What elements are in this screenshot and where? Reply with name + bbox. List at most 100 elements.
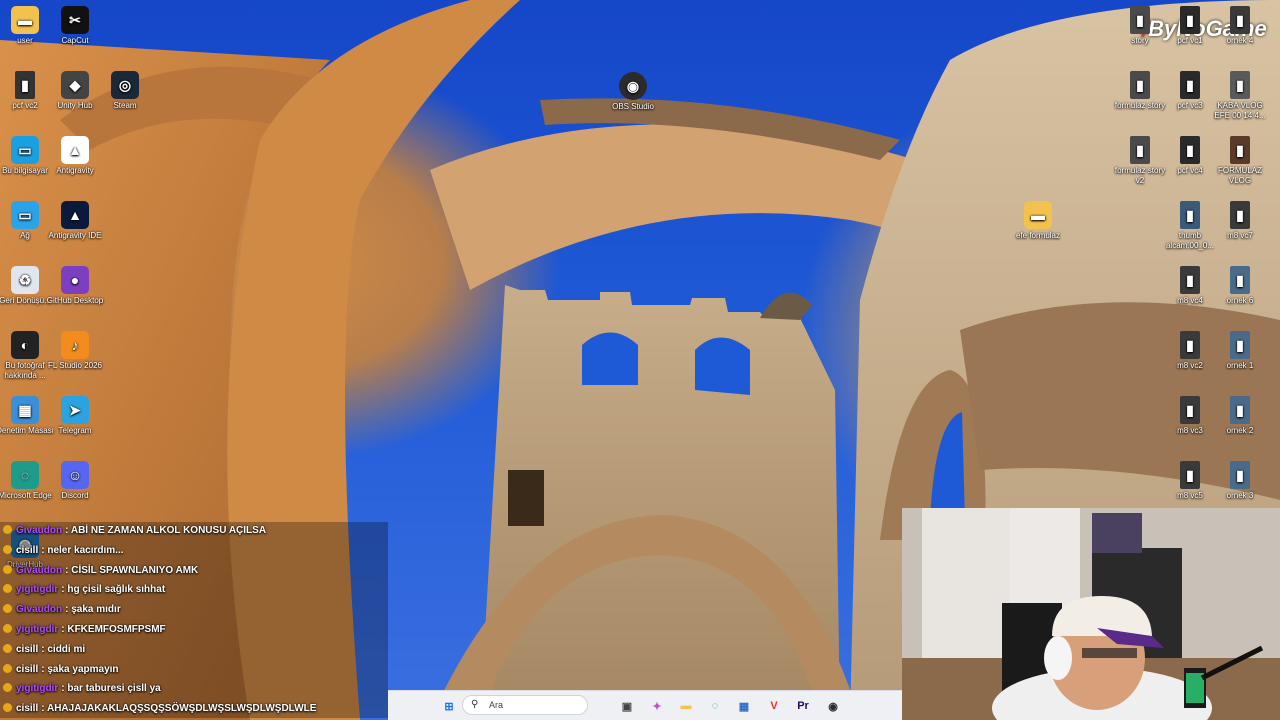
chat-text: : CİSİL SPAWNLANIYO AMK bbox=[65, 564, 199, 576]
video-thumb-icon: ▮ bbox=[1180, 396, 1200, 424]
chat-message: yigitigdir: KFKEMFOSMFPSMF bbox=[0, 621, 166, 639]
video-thumb-icon: ▮ bbox=[1180, 71, 1200, 99]
video-thumb-icon: ▮ bbox=[15, 71, 35, 99]
github-icon: ● bbox=[61, 266, 89, 294]
webcam-overlay bbox=[902, 508, 1280, 720]
windows-start-icon[interactable]: ⊞ bbox=[440, 697, 458, 715]
desktop-icon-label: ornek 1 bbox=[1226, 361, 1254, 370]
desktop-icon-steam[interactable]: ◎ Steam bbox=[95, 71, 155, 111]
video-thumb-icon: ▮ bbox=[1130, 71, 1150, 99]
search-icon: ⚲ bbox=[471, 699, 479, 710]
chat-text: : hg çisil sağlık sıhhat bbox=[61, 584, 166, 596]
desktop-icon-label: GitHub Desktop bbox=[46, 296, 104, 305]
video-thumb-icon: ▮ bbox=[1230, 331, 1250, 359]
video-thumb-icon: ▮ bbox=[1130, 136, 1150, 164]
discord-icon: ☺ bbox=[61, 461, 89, 489]
desktop-icon-ornek-6[interactable]: ▮ ornek 6 bbox=[1210, 266, 1270, 306]
chat-username: cisill bbox=[16, 544, 39, 556]
desktop-icon-label: Steam bbox=[113, 101, 137, 110]
obs-icon: ◉ bbox=[619, 72, 647, 100]
chat-message: yigitigdir: bar taburesi çisll ya bbox=[0, 680, 161, 698]
chat-badge-icon bbox=[3, 663, 12, 673]
taskbar-search-box[interactable]: ⚲ Ara bbox=[462, 695, 588, 715]
chat-message: yigitigdir: hg çisil sağlık sıhhat bbox=[0, 581, 165, 599]
chat-username: Givaudon bbox=[16, 604, 63, 616]
steam-icon: ◎ bbox=[111, 71, 139, 99]
file-explorer-icon[interactable]: ▬ bbox=[677, 697, 695, 715]
desktop-icon-github-desktop[interactable]: ● GitHub Desktop bbox=[45, 266, 105, 306]
chat-message: Givaudon: CİSİL SPAWNLANIYO AMK bbox=[0, 562, 198, 580]
chat-username: Givaudon bbox=[16, 564, 63, 576]
chat-message: cisill: neler kacırdım... bbox=[0, 542, 124, 560]
capcut-icon: ✂ bbox=[61, 6, 89, 34]
video-thumb-icon: ▮ bbox=[1230, 201, 1250, 229]
desktop-icon-efe-formulaz[interactable]: ▬ efe formulaz bbox=[1008, 201, 1068, 241]
chat-text: : şaka yapmayın bbox=[41, 663, 119, 675]
desktop-icon-antigravity-ide[interactable]: ▲ Antigravity IDE bbox=[45, 201, 105, 241]
microsoft-store-icon[interactable]: ▦ bbox=[735, 697, 753, 715]
camera-icon: ◐ bbox=[11, 331, 39, 359]
stream-chat-overlay: Givaudon: ABİ NE ZAMAN ALKOL KONUSU AÇIL… bbox=[0, 522, 388, 718]
chat-badge-icon bbox=[3, 604, 12, 614]
chat-text: : ciddi mi bbox=[41, 643, 86, 655]
antigravity-ide-icon: ▲ bbox=[61, 201, 89, 229]
chat-text: : bar taburesi çisll ya bbox=[61, 683, 161, 695]
fl-studio-icon: ♪ bbox=[61, 331, 89, 359]
chat-username: cisill bbox=[16, 663, 39, 675]
desktop-icon-ornek-2[interactable]: ▮ ornek 2 bbox=[1210, 396, 1270, 436]
edge-icon: ◌ bbox=[11, 461, 39, 489]
chat-username: cisill bbox=[16, 643, 39, 655]
unity-icon: ◆ bbox=[61, 71, 89, 99]
video-thumb-icon: ▮ bbox=[1180, 461, 1200, 489]
desktop-icon-obs-studio[interactable]: ◉ OBS Studio bbox=[603, 72, 663, 112]
desktop-icon-kaba-vlog-efe-00-14-4[interactable]: ▮ KABA VLOG EFE 00 14 4... bbox=[1210, 71, 1270, 121]
folder-icon: ▬ bbox=[1024, 201, 1052, 229]
video-thumb-icon: ▮ bbox=[1130, 6, 1150, 34]
video-thumb-icon: ▮ bbox=[1180, 136, 1200, 164]
chat-badge-icon bbox=[3, 703, 12, 713]
chat-message: cisill: şaka yapmayın bbox=[0, 661, 119, 679]
copilot-icon[interactable]: ✦ bbox=[648, 697, 666, 715]
video-thumb-icon: ▮ bbox=[1180, 6, 1200, 34]
chat-badge-icon bbox=[3, 683, 12, 693]
desktop-icon-telegram[interactable]: ➤ Telegram bbox=[45, 396, 105, 436]
edge-icon[interactable]: ◌ bbox=[706, 697, 724, 715]
chat-text: : neler kacırdım... bbox=[41, 544, 124, 556]
recycle-bin-icon: ♻ bbox=[11, 266, 39, 294]
desktop-icon-ornek-3[interactable]: ▮ ornek 3 bbox=[1210, 461, 1270, 501]
desktop-icon-formulaz-vlog[interactable]: ▮ FORMULAZ VLOG bbox=[1210, 136, 1270, 186]
control-panel-icon: ▦ bbox=[11, 396, 39, 424]
chat-message: cisill: AHAJAJAKAKLAQŞSQŞSÖWŞDLWŞSLWŞDLW… bbox=[0, 700, 316, 718]
desktop-icon-capcut[interactable]: ✂ CapCut bbox=[45, 6, 105, 46]
chat-badge-icon bbox=[3, 584, 12, 594]
desktop-icon-label: OBS Studio bbox=[612, 102, 654, 111]
vivaldi-icon[interactable]: V bbox=[765, 697, 783, 715]
desktop-icon-label: CapCut bbox=[61, 36, 89, 45]
chat-username: Givaudon bbox=[16, 525, 63, 536]
desktop-icon-ornek-4[interactable]: ▮ ornek 4 bbox=[1210, 6, 1270, 46]
desktop-icon-m8-vc7[interactable]: ▮ m8 vc7 bbox=[1210, 201, 1270, 241]
desktop-icon-fl-studio-2026[interactable]: ♪ FL Studio 2026 bbox=[45, 331, 105, 371]
desktop-icon-label: Antigravity bbox=[56, 166, 94, 175]
chat-username: yigitigdir bbox=[16, 624, 59, 635]
chat-badge-icon bbox=[3, 525, 12, 534]
video-thumb-icon: ▮ bbox=[1230, 396, 1250, 424]
network-icon: ▭ bbox=[11, 201, 39, 229]
video-thumb-icon: ▮ bbox=[1230, 71, 1250, 99]
obs-icon[interactable]: ◉ bbox=[824, 697, 842, 715]
chat-message: cisill: ciddi mi bbox=[0, 641, 85, 659]
chat-username: cisill bbox=[16, 703, 39, 715]
desktop-icon-ornek-1[interactable]: ▮ ornek 1 bbox=[1210, 331, 1270, 371]
desktop-icon-label: Antigravity IDE bbox=[48, 231, 102, 240]
chat-username: yigitigdir bbox=[16, 584, 59, 596]
desktop-icon-antigravity[interactable]: ▲ Antigravity bbox=[45, 136, 105, 176]
chat-message: Givaudon: şaka mıdır bbox=[0, 601, 121, 619]
premiere-pro-icon[interactable]: Pr bbox=[794, 697, 812, 715]
desktop-icon-label: FL Studio 2026 bbox=[48, 361, 102, 370]
desktop-icon-discord[interactable]: ☺ Discord bbox=[45, 461, 105, 501]
webcam-feed bbox=[902, 508, 1280, 720]
video-thumb-icon: ▮ bbox=[1230, 266, 1250, 294]
task-view-icon[interactable]: ▣ bbox=[618, 697, 636, 715]
search-placeholder: Ara bbox=[489, 700, 504, 710]
desktop-icon-label: efe formulaz bbox=[1015, 231, 1061, 240]
